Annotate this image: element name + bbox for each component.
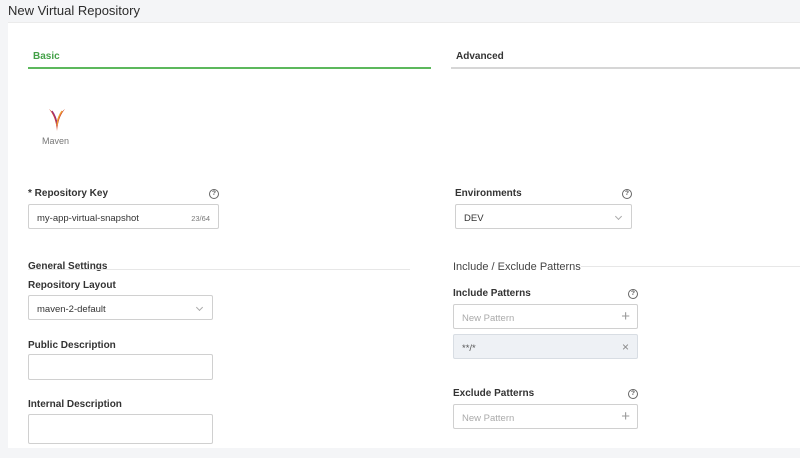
repository-form-panel: Basic Advanced Maven * Repository Key ? … bbox=[8, 22, 800, 449]
repository-layout-selected-value: maven-2-default bbox=[37, 304, 106, 315]
include-pattern-tag: **/* × bbox=[453, 334, 638, 359]
add-include-pattern-icon[interactable]: + bbox=[621, 308, 630, 325]
include-patterns-help-icon[interactable]: ? bbox=[628, 289, 638, 299]
exclude-pattern-placeholder: New Pattern bbox=[462, 413, 515, 424]
internal-description-input[interactable] bbox=[28, 414, 213, 444]
repository-key-help-icon[interactable]: ? bbox=[209, 189, 219, 199]
patterns-title: Include / Exclude Patterns bbox=[453, 261, 581, 273]
page-title: New Virtual Repository bbox=[8, 3, 140, 18]
exclude-pattern-input[interactable]: New Pattern + bbox=[453, 404, 638, 429]
internal-description-label: Internal Description bbox=[28, 399, 122, 410]
tab-advanced-indicator bbox=[451, 67, 800, 69]
repository-key-input[interactable]: my-app-virtual-snapshot 23/64 bbox=[28, 204, 219, 229]
include-patterns-label: Include Patterns bbox=[453, 288, 531, 299]
repository-key-value: my-app-virtual-snapshot bbox=[37, 213, 139, 224]
maven-feather-icon bbox=[49, 109, 65, 131]
public-description-input[interactable] bbox=[28, 354, 213, 380]
general-settings-title: General Settings bbox=[28, 261, 108, 272]
repository-key-counter: 23/64 bbox=[191, 214, 210, 223]
environments-selected-value: DEV bbox=[464, 213, 484, 224]
repository-layout-label: Repository Layout bbox=[28, 280, 116, 291]
exclude-patterns-help-icon[interactable]: ? bbox=[628, 389, 638, 399]
environments-help-icon[interactable]: ? bbox=[622, 189, 632, 199]
environments-select[interactable]: DEV bbox=[455, 204, 632, 229]
add-exclude-pattern-icon[interactable]: + bbox=[621, 408, 630, 425]
public-description-label: Public Description bbox=[28, 340, 116, 351]
include-pattern-input[interactable]: New Pattern + bbox=[453, 304, 638, 329]
remove-include-pattern-icon[interactable]: × bbox=[622, 340, 629, 354]
environments-label: Environments bbox=[455, 188, 522, 199]
tab-basic-indicator bbox=[28, 67, 431, 69]
chevron-down-icon bbox=[614, 212, 623, 221]
package-type-label: Maven bbox=[42, 136, 70, 146]
include-pattern-tag-value: **/* bbox=[462, 343, 476, 354]
exclude-patterns-label: Exclude Patterns bbox=[453, 388, 535, 399]
general-settings-divider bbox=[28, 269, 410, 270]
chevron-down-icon bbox=[195, 303, 204, 312]
repository-key-label: * Repository Key bbox=[28, 188, 109, 199]
repository-layout-select[interactable]: maven-2-default bbox=[28, 295, 213, 320]
patterns-divider bbox=[581, 266, 800, 267]
include-pattern-placeholder: New Pattern bbox=[462, 313, 515, 324]
panel-footer bbox=[8, 448, 800, 458]
